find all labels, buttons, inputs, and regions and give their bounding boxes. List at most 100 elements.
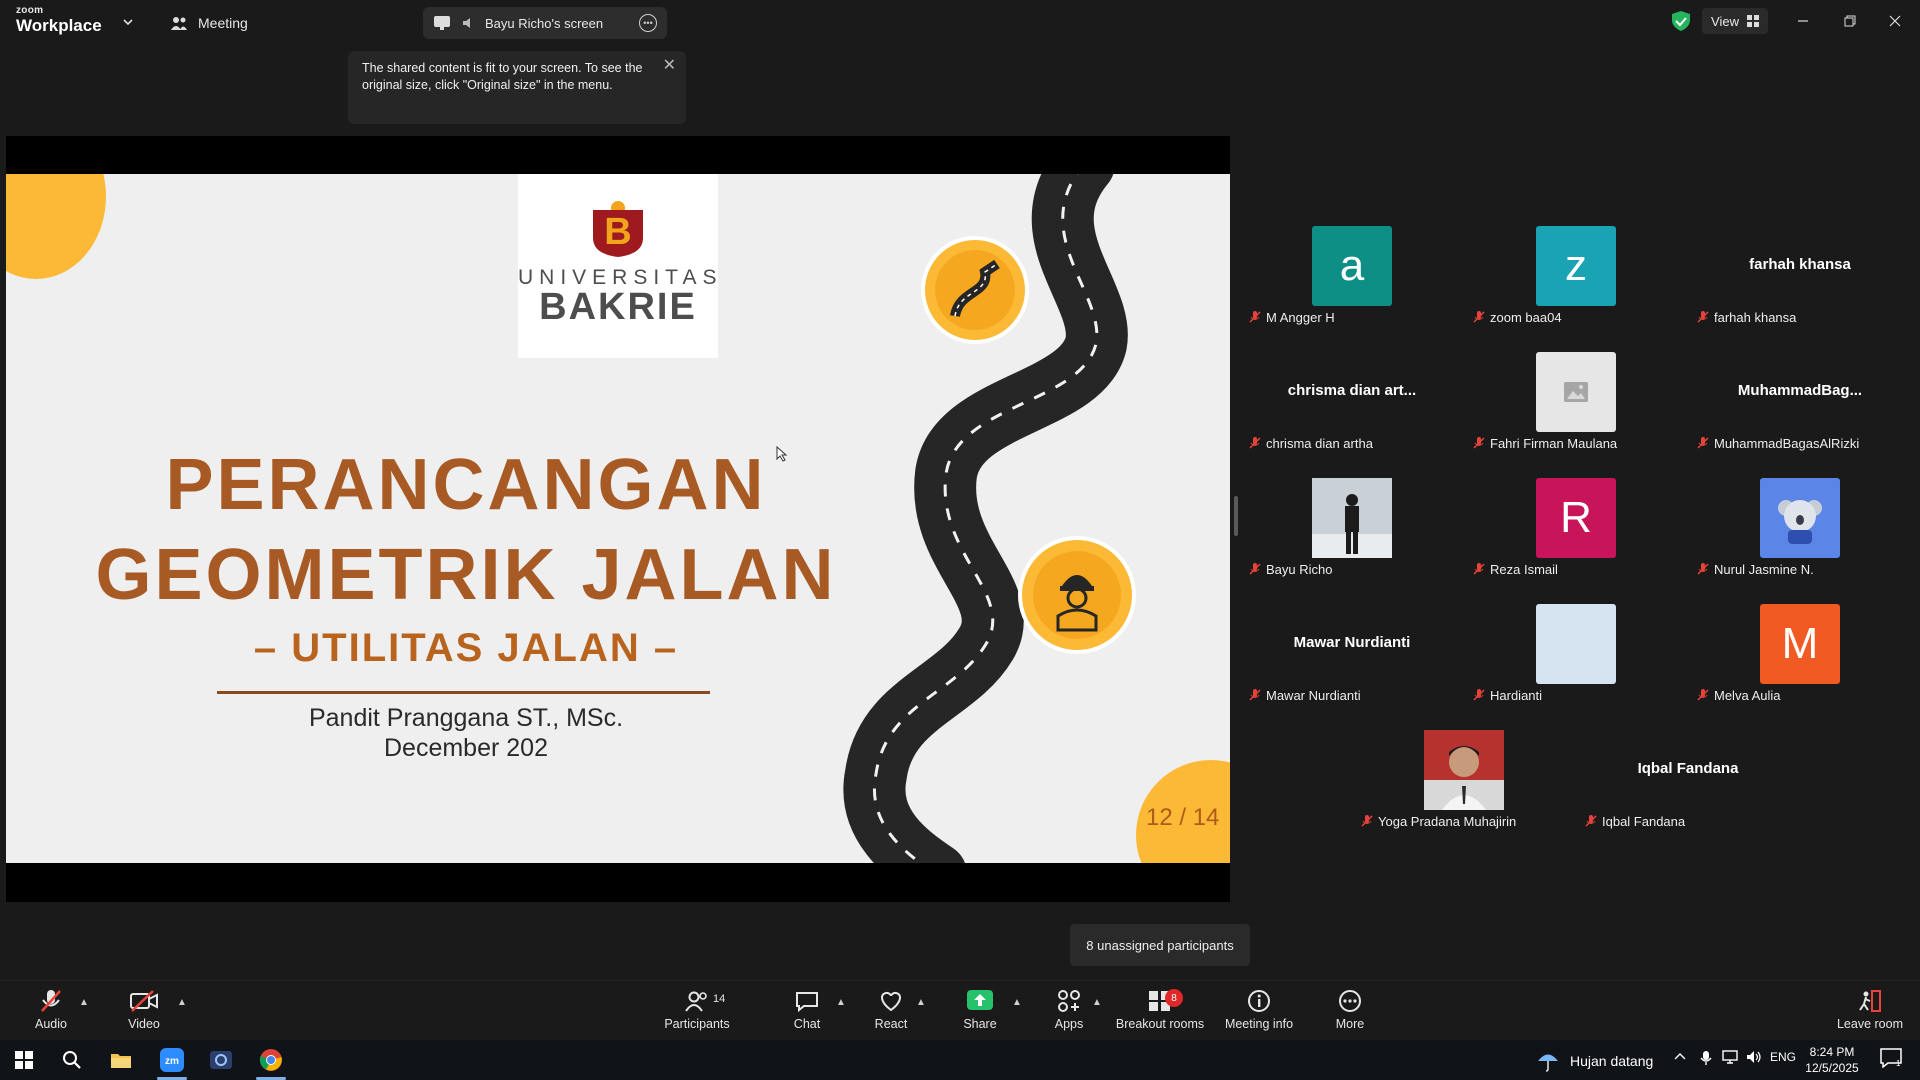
chrome-icon[interactable] (251, 1044, 291, 1076)
participants-count: 14 (713, 993, 726, 1005)
mic-muted-icon (1697, 311, 1709, 323)
image-placeholder-icon (1564, 382, 1588, 402)
chevron-up-icon[interactable]: ▲ (916, 997, 926, 1008)
mic-muted-icon (1473, 689, 1485, 701)
chevron-up-icon[interactable]: ▲ (836, 997, 846, 1008)
chevron-up-icon[interactable] (1674, 1050, 1686, 1064)
tab-meeting[interactable]: Meeting (170, 12, 248, 34)
volume-icon[interactable] (1746, 1050, 1762, 1067)
close-icon[interactable]: ✕ (663, 57, 676, 74)
react-heart-icon (881, 991, 901, 1012)
tab-shared-screen[interactable]: Bayu Richo's screen ••• (423, 7, 667, 39)
title-bar: zoom Workplace Meeting Bayu Richo's scre… (0, 0, 1920, 44)
participant-name: chrisma dian artha (1266, 435, 1373, 451)
resize-handle[interactable] (1234, 496, 1238, 536)
participant-tile[interactable]: Nurul Jasmine N. (1688, 462, 1912, 588)
view-button[interactable]: View (1702, 8, 1768, 34)
encryption-shield-icon[interactable] (1670, 10, 1692, 32)
divider (217, 691, 710, 694)
participant-tile[interactable]: chrisma dian art... chrisma dian artha (1240, 336, 1464, 462)
react-button[interactable]: React (846, 985, 936, 1037)
participant-tile[interactable]: M Melva Aulia (1688, 588, 1912, 714)
person-photo-icon (1312, 478, 1392, 558)
restore-icon[interactable] (1837, 10, 1863, 32)
minimize-icon[interactable] (1790, 10, 1816, 32)
tooltip-text: The shared content is fit to your screen… (362, 61, 643, 92)
apps-label: Apps (1054, 1017, 1084, 1031)
participant-tile[interactable]: MuhammadBag... MuhammadBagasAlRizki (1688, 336, 1912, 462)
participant-name: Hardianti (1490, 687, 1543, 703)
chat-label: Chat (793, 1017, 821, 1031)
participant-tile[interactable]: Iqbal Fandana Iqbal Fandana (1576, 714, 1800, 840)
slide-date: December 202 (384, 734, 548, 762)
microphone-icon[interactable] (1700, 1050, 1712, 1069)
slide-author: Pandit Pranggana ST., MSc. (308, 704, 624, 732)
koala-avatar-icon (1778, 500, 1822, 544)
video-button[interactable]: Video (99, 985, 189, 1037)
chevron-down-icon[interactable] (122, 16, 134, 28)
more-label: More (1335, 1017, 1365, 1031)
share-button[interactable]: Share (935, 985, 1025, 1037)
mic-muted-icon (1249, 311, 1261, 323)
mic-muted-icon (1249, 563, 1261, 575)
participants-label: Participants (664, 1017, 730, 1031)
participant-tile[interactable]: Bayu Richo (1240, 462, 1464, 588)
share-screen-icon (967, 990, 993, 1010)
close-icon[interactable] (1882, 10, 1908, 32)
participant-tile[interactable]: Hardianti (1464, 588, 1688, 714)
more-icon (1339, 990, 1361, 1012)
participants-icon (685, 991, 707, 1012)
apps-button[interactable]: Apps (1024, 985, 1114, 1037)
avatar-photo (1312, 478, 1392, 558)
shared-screen-view[interactable]: B UNIVERSITAS BAKRIE PERANCANGAN GEOMETR… (6, 136, 1230, 902)
participants-button[interactable]: Participants (652, 985, 742, 1037)
camera-app-icon[interactable] (201, 1044, 241, 1076)
participant-tile[interactable]: z zoom baa04 (1464, 210, 1688, 336)
participant-tile[interactable]: farhah khansa farhah khansa (1688, 210, 1912, 336)
network-icon[interactable] (1722, 1050, 1738, 1067)
avatar-photo (1760, 478, 1840, 558)
chevron-up-icon[interactable]: ▲ (79, 997, 89, 1008)
chevron-up-icon[interactable]: ▲ (1092, 997, 1102, 1008)
zoom-workplace-logo[interactable]: zoom Workplace (16, 6, 102, 35)
participant-tile[interactable]: a M Angger H (1240, 210, 1464, 336)
leave-room-button[interactable]: Leave room (1825, 985, 1915, 1037)
notifications-icon[interactable]: 1 (1880, 1048, 1902, 1071)
chat-button[interactable]: Chat (762, 985, 852, 1037)
weather-widget[interactable]: Hujan datang (1536, 1050, 1653, 1072)
participant-display-name: Mawar Nurdianti (1293, 634, 1411, 651)
leave-room-label: Leave room (1836, 1017, 1903, 1031)
more-options-icon[interactable]: ••• (639, 14, 657, 32)
screen-share-icon (434, 16, 450, 30)
react-label: React (874, 1017, 908, 1031)
meeting-toolbar: Audio ▲ Video ▲ Participants 14 Chat ▲ R… (0, 980, 1920, 1040)
search-icon[interactable] (52, 1044, 92, 1076)
more-button[interactable]: More (1305, 985, 1395, 1037)
windows-start-icon[interactable] (4, 1044, 44, 1076)
system-clock[interactable]: 8:24 PM 12/5/2025 (1792, 1044, 1872, 1076)
slide-title-line2: GEOMETRIK JALAN (95, 535, 837, 615)
participant-tile[interactable]: R Reza Ismail (1464, 462, 1688, 588)
meeting-info-button[interactable]: Meeting info (1214, 985, 1304, 1037)
participant-tile[interactable]: Mawar Nurdianti Mawar Nurdianti (1240, 588, 1464, 714)
tab-meeting-label: Meeting (198, 15, 248, 31)
slide-subtitle: – UTILITAS JALAN – (253, 626, 679, 670)
zoom-app-icon[interactable]: zm (152, 1044, 192, 1076)
participant-name: Yoga Pradana Muhajirin (1378, 813, 1517, 829)
decorative-circle (6, 174, 106, 279)
participant-tile[interactable]: Fahri Firman Maulana (1464, 336, 1688, 462)
participant-display-name: chrisma dian art... (1287, 382, 1417, 399)
chevron-up-icon[interactable]: ▲ (1012, 997, 1022, 1008)
grid-view-icon (1746, 15, 1759, 27)
unassigned-participants-tooltip: 8 unassigned participants (1070, 924, 1250, 966)
participant-name: Reza Ismail (1490, 561, 1558, 577)
audio-button[interactable]: Audio (6, 985, 96, 1037)
rain-umbrella-icon (1538, 1054, 1558, 1072)
breakout-rooms-button[interactable]: Breakout rooms (1115, 985, 1205, 1037)
university-shield-icon: B (593, 201, 643, 257)
avatar: R (1536, 478, 1616, 558)
file-explorer-icon[interactable] (101, 1044, 141, 1076)
participant-tile[interactable]: Yoga Pradana Muhajirin (1352, 714, 1576, 840)
leave-room-icon (1859, 990, 1881, 1012)
chevron-up-icon[interactable]: ▲ (177, 997, 187, 1008)
